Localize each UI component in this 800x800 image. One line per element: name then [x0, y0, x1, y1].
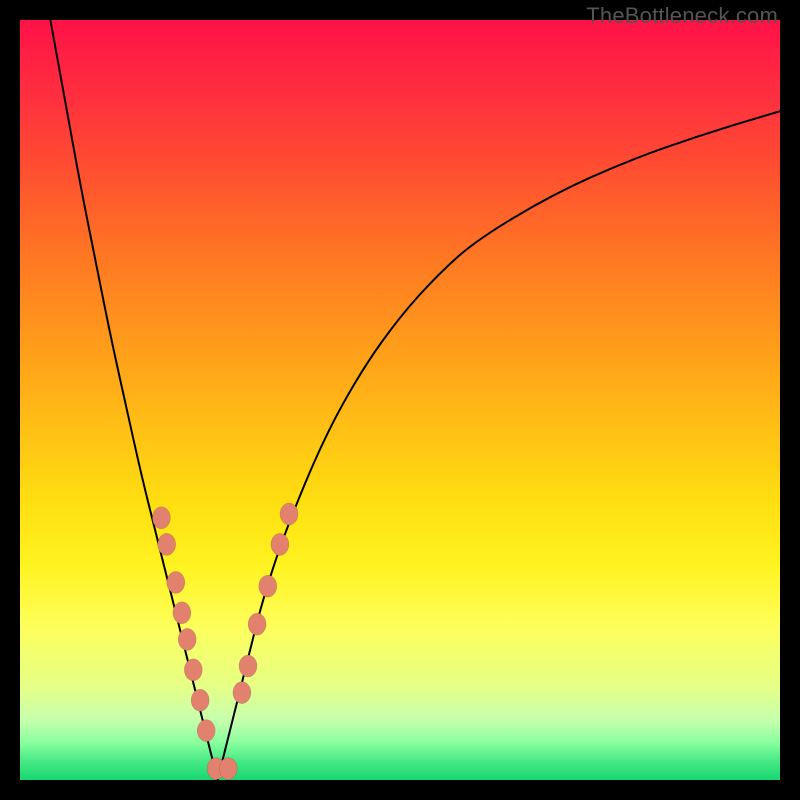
- data-marker: [178, 628, 196, 650]
- data-marker: [219, 758, 237, 780]
- marker-group: [152, 503, 298, 780]
- data-marker: [259, 575, 277, 597]
- data-marker: [173, 602, 191, 624]
- data-marker: [167, 571, 185, 593]
- data-marker: [280, 503, 298, 525]
- data-marker: [271, 533, 289, 555]
- data-marker: [233, 682, 251, 704]
- data-marker: [184, 659, 202, 681]
- data-marker: [152, 507, 170, 529]
- data-marker: [191, 689, 209, 711]
- attribution-label: TheBottleneck.com: [586, 3, 778, 29]
- data-marker: [239, 655, 257, 677]
- marker-layer: [20, 20, 780, 780]
- data-marker: [248, 613, 266, 635]
- data-marker: [158, 533, 176, 555]
- chart-container: TheBottleneck.com: [0, 0, 800, 800]
- data-marker: [197, 720, 215, 742]
